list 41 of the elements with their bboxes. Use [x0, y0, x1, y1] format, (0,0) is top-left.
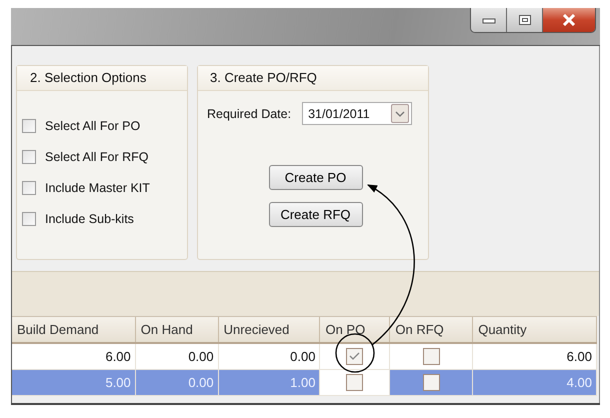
close-icon: [561, 14, 577, 26]
column-header[interactable]: Quantity: [473, 317, 597, 342]
checkbox[interactable]: [346, 374, 364, 391]
column-header[interactable]: On RFQ: [390, 317, 474, 342]
close-button[interactable]: [543, 8, 595, 32]
column-header[interactable]: On Hand: [136, 317, 219, 342]
date-field[interactable]: 31/01/2011: [302, 102, 412, 125]
maximize-icon: [518, 14, 532, 26]
checkbox[interactable]: [346, 348, 364, 365]
checkbox-label: Select All For RFQ: [45, 150, 148, 164]
field-label: Required Date:: [207, 106, 292, 120]
table-cell: 6.00: [473, 344, 597, 370]
dropdown-icon[interactable]: [391, 104, 410, 123]
table-cell: 6.00: [12, 344, 136, 370]
checkbox[interactable]: [22, 181, 36, 195]
minimize-button[interactable]: [471, 8, 507, 32]
table-cell: 0.00: [136, 370, 219, 396]
column-header[interactable]: Unrecieved: [218, 317, 320, 342]
panel-title: 2. Selection Options: [17, 66, 187, 91]
checkmark-icon: [349, 352, 360, 361]
callout-circle: [335, 333, 375, 373]
panel-title: 3. Create PO/RFQ: [198, 66, 428, 91]
maximize-button[interactable]: [507, 8, 543, 32]
table-cell: 4.00: [473, 370, 597, 396]
column-header[interactable]: Build Demand: [12, 317, 136, 342]
checkbox-label: Include Master KIT: [45, 181, 150, 195]
minimize-icon: [482, 16, 496, 24]
checkbox[interactable]: [422, 374, 440, 391]
table-cell: 5.00: [12, 370, 136, 396]
checkbox[interactable]: [22, 150, 36, 164]
table-cell: 0.00: [136, 344, 219, 370]
checkbox-label: Select All For PO: [45, 119, 140, 133]
checkbox[interactable]: [422, 348, 440, 365]
checkbox[interactable]: [22, 212, 36, 226]
action-button[interactable]: Create PO: [268, 165, 362, 190]
table-cell: 1.00: [218, 370, 320, 396]
checkbox-label: Include Sub-kits: [45, 212, 134, 226]
table-cell: 0.00: [218, 344, 320, 370]
action-button[interactable]: Create RFQ: [268, 202, 362, 227]
checkbox[interactable]: [22, 119, 36, 133]
column-header[interactable]: On PO: [320, 317, 390, 342]
